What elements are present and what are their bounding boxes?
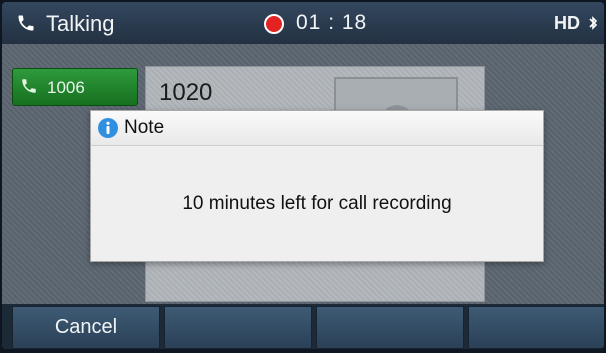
softkey-2[interactable] [164,306,312,349]
bluetooth-icon [589,16,598,30]
dialog-header: Note [91,111,543,146]
phone-screen: Talking 01 : 18 HD 1006 1020 Note 10 min… [2,2,604,349]
phone-icon [18,15,34,31]
line-key-label: 1006 [47,78,85,97]
status-bar: Talking 01 : 18 HD [2,2,604,44]
caller-number: 1020 [159,79,213,106]
softkey-4[interactable] [468,306,604,349]
call-status: Talking [46,11,115,36]
dialog-message: 10 minutes left for call recording [182,193,452,214]
phone-icon [22,79,36,93]
hd-badge: HD [554,13,580,33]
line-key-1006[interactable]: 1006 [12,68,138,106]
cancel-softkey[interactable]: Cancel [12,306,160,349]
softkey-bar: Cancel [2,304,604,349]
note-dialog: Note 10 minutes left for call recording [90,110,544,262]
softkey-3[interactable] [316,306,464,349]
info-icon [98,118,118,138]
record-icon [264,14,284,34]
call-timer: 01 : 18 [296,11,368,34]
dialog-title: Note [124,117,165,138]
